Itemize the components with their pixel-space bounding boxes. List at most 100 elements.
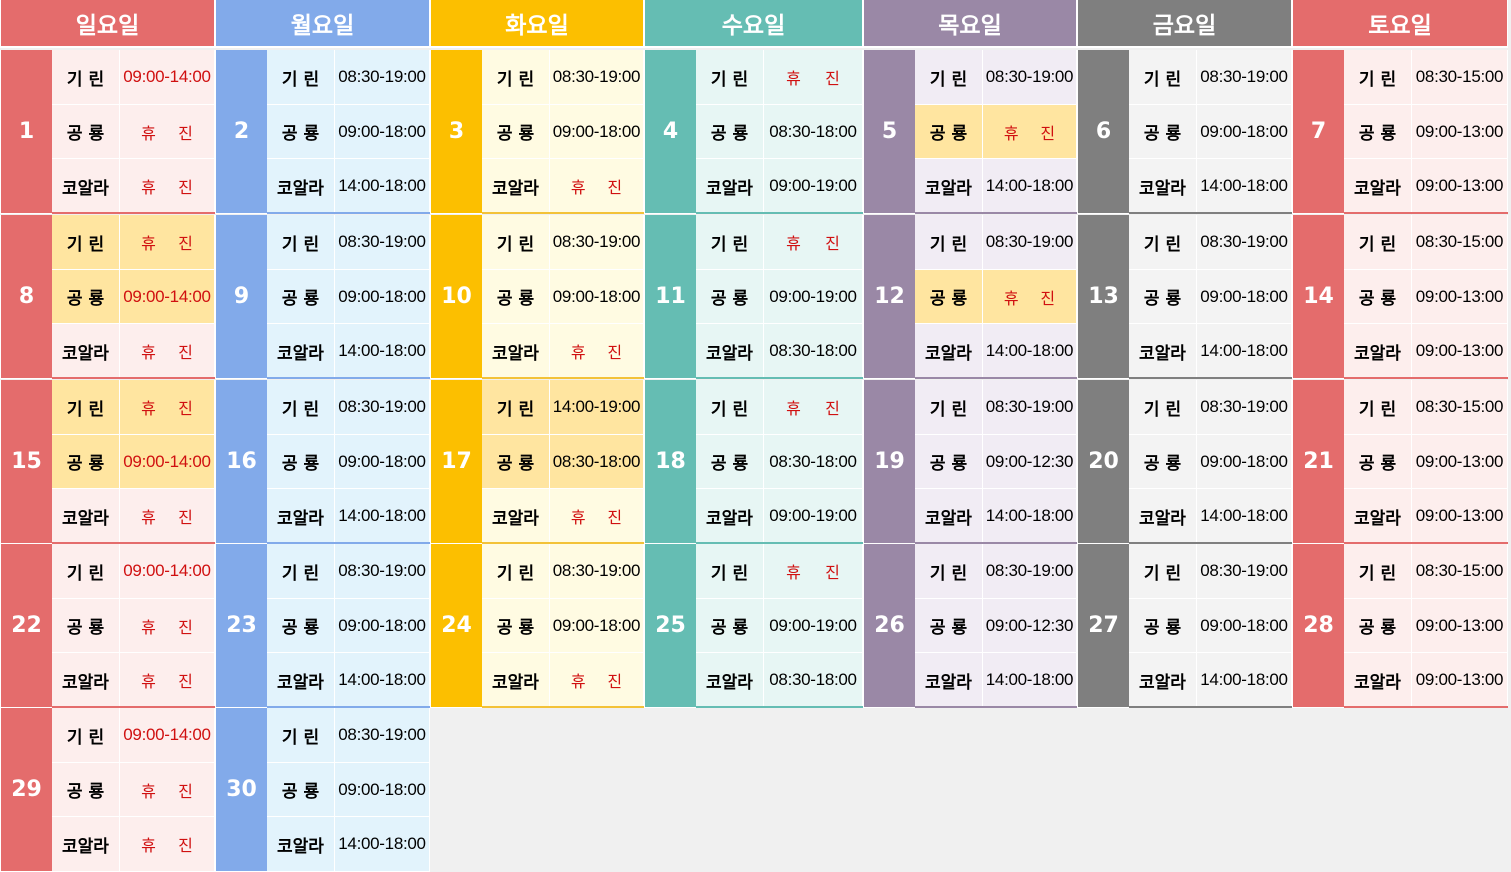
hours-cell: 08:30-19:00 xyxy=(550,215,644,270)
hours-cell: 08:30-19:00 xyxy=(1197,50,1292,105)
staff-label: 공 룡 xyxy=(267,435,335,489)
hours-cell: 08:30-15:00 xyxy=(1412,544,1508,599)
day-number: 5 xyxy=(863,50,915,214)
hours-cell: 08:30-19:00 xyxy=(983,544,1077,599)
hours-cell: 14:00-18:00 xyxy=(1197,159,1292,214)
hours-cell: 09:00-12:30 xyxy=(983,599,1077,653)
day-number: 27 xyxy=(1077,544,1129,708)
staff-label: 공 룡 xyxy=(696,599,764,653)
closed-char: 휴 xyxy=(141,672,156,691)
block-divider xyxy=(482,377,644,379)
hours-cell: 08:30-19:00 xyxy=(335,215,430,270)
hours-cell: 14:00-18:00 xyxy=(335,817,430,872)
staff-label: 코알라 xyxy=(915,653,983,708)
staff-label: 코알라 xyxy=(52,324,120,379)
day-number: 1 xyxy=(0,50,52,214)
staff-label: 공 룡 xyxy=(267,599,335,653)
hours-cell: 09:00-18:00 xyxy=(550,599,644,653)
staff-label: 코알라 xyxy=(52,817,120,872)
hours-cell: 08:30-19:00 xyxy=(983,215,1077,270)
hours-cell: 14:00-18:00 xyxy=(1197,653,1292,708)
hours-cell: 08:30-19:00 xyxy=(335,708,430,763)
day-number: 24 xyxy=(430,544,482,708)
closed-char: 휴 xyxy=(786,234,801,253)
closed-label: 휴진 xyxy=(550,174,643,198)
day-number: 28 xyxy=(1292,544,1344,708)
closed-cell: 휴진 xyxy=(550,489,644,544)
day-number: 3 xyxy=(430,50,482,214)
closed-label: 휴진 xyxy=(764,559,862,583)
day-number: 18 xyxy=(644,380,696,544)
day-number: 2 xyxy=(215,50,267,214)
staff-label: 코알라 xyxy=(1129,324,1197,379)
schedule-calendar: 일요일 월요일 화요일 수요일 목요일 금요일 토요일 1 기 린 09:00-14:00 공 룡휴… xyxy=(0,0,1511,872)
day-number: 9 xyxy=(215,215,267,379)
closed-char: 휴 xyxy=(786,399,801,418)
staff-label: 코알라 xyxy=(267,489,335,544)
hours-cell: 09:00-18:00 xyxy=(335,105,430,159)
closed-label: 휴진 xyxy=(120,395,214,419)
staff-label: 기 린 xyxy=(267,708,335,763)
hours-cell: 08:30-19:00 xyxy=(1197,380,1292,435)
staff-label: 공 룡 xyxy=(482,270,550,324)
closed-label: 휴진 xyxy=(550,504,643,528)
staff-label: 공 룡 xyxy=(915,599,983,653)
day-number: 7 xyxy=(1292,50,1344,214)
closed-char: 휴 xyxy=(141,399,156,418)
hours-cell: 09:00-18:00 xyxy=(335,599,430,653)
closed-char: 휴 xyxy=(570,672,586,691)
staff-label: 코알라 xyxy=(1344,653,1412,708)
weekday-header: 토요일 xyxy=(1292,0,1508,48)
staff-label: 코알라 xyxy=(696,653,764,708)
staff-label: 공 룡 xyxy=(696,270,764,324)
staff-label: 코알라 xyxy=(915,489,983,544)
day-number: 21 xyxy=(1292,380,1344,544)
block-divider xyxy=(696,212,863,214)
staff-label: 코알라 xyxy=(915,324,983,379)
closed-char: 진 xyxy=(178,178,193,197)
hours-cell: 14:00-18:00 xyxy=(1197,489,1292,544)
closed-char: 진 xyxy=(178,123,193,143)
closed-cell: 휴진 xyxy=(120,817,215,872)
hours-cell: 14:00-18:00 xyxy=(983,653,1077,708)
hours-cell: 14:00-18:00 xyxy=(983,159,1077,214)
weekday-header: 목요일 xyxy=(863,0,1077,48)
closed-cell: 휴진 xyxy=(120,599,215,653)
hours-cell: 09:00-19:00 xyxy=(764,599,863,653)
staff-label: 코알라 xyxy=(267,653,335,708)
staff-label: 기 린 xyxy=(482,215,550,270)
staff-label: 기 린 xyxy=(52,380,120,435)
closed-char: 휴 xyxy=(141,234,156,253)
block-divider xyxy=(482,212,644,214)
block-divider xyxy=(915,377,1077,379)
closed-char: 휴 xyxy=(1003,123,1019,143)
staff-label: 기 린 xyxy=(1129,215,1197,270)
closed-cell: 휴진 xyxy=(120,105,215,159)
closed-char: 진 xyxy=(178,234,193,253)
closed-char: 휴 xyxy=(141,178,156,197)
block-divider xyxy=(52,212,215,214)
weekday-header: 월요일 xyxy=(215,0,430,48)
hours-cell: 08:30-18:00 xyxy=(764,435,863,489)
staff-label: 공 룡 xyxy=(482,599,550,653)
closed-char: 진 xyxy=(1040,288,1056,308)
closed-label: 휴진 xyxy=(120,339,214,363)
hours-cell: 09:00-18:00 xyxy=(1197,270,1292,324)
weekday-header: 화요일 xyxy=(430,0,644,48)
day-number: 14 xyxy=(1292,215,1344,379)
staff-label: 공 룡 xyxy=(696,435,764,489)
weekday-header: 수요일 xyxy=(644,0,863,48)
day-number: 22 xyxy=(0,544,52,708)
hours-cell: 08:30-19:00 xyxy=(983,50,1077,105)
closed-cell: 휴진 xyxy=(550,159,644,214)
closed-char: 휴 xyxy=(141,123,156,143)
closed-char: 진 xyxy=(178,399,193,418)
day-number: 23 xyxy=(215,544,267,708)
closed-char: 휴 xyxy=(1003,288,1019,308)
staff-label: 공 룡 xyxy=(1129,435,1197,489)
hours-cell: 09:00-14:00 xyxy=(120,270,215,324)
hours-cell: 08:30-15:00 xyxy=(1412,380,1508,435)
closed-label: 휴진 xyxy=(764,230,862,254)
closed-char: 진 xyxy=(607,178,623,197)
block-divider xyxy=(482,706,644,708)
